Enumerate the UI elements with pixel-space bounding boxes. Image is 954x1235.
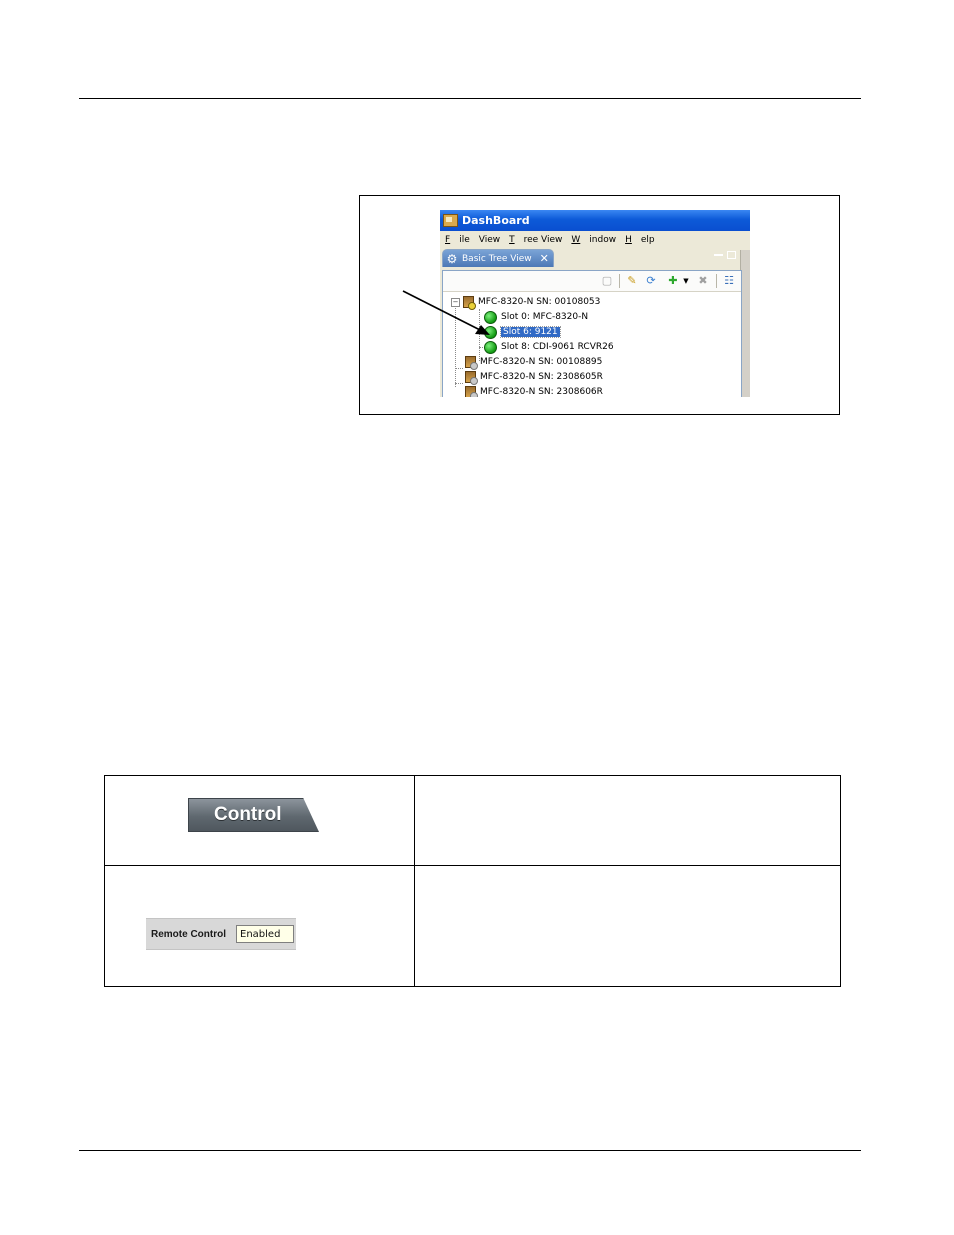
node-label: Slot 6: 9121 [500,326,561,338]
collapse-icon[interactable]: − [451,297,460,307]
add-icon[interactable]: ✚ [666,274,680,288]
tree-connector [455,383,463,384]
tree-node-frame[interactable]: − MFC-8320-N SN: 00108053 [451,295,601,310]
node-label: MFC-8320-N SN: 2308606R [480,387,603,397]
remote-control-label: Remote Control [151,928,226,940]
status-ok-icon [484,310,497,324]
status-ok-icon [484,325,497,339]
refresh-icon[interactable]: ⟳ [644,274,658,288]
chevron-down-icon[interactable]: ▼ [679,274,693,288]
node-label: MFC-8320-N SN: 00108053 [478,297,601,307]
footer-rule [79,1150,861,1151]
tree-connector [455,302,456,387]
toolbar-separator [619,274,620,288]
tree-toolbar: ▢ ✎ ⟳ ✚ ▼ ✖ ☷ [443,271,741,292]
close-icon[interactable]: ✕ [540,252,549,265]
tree-connector [479,309,480,361]
dashboard-window: DashBoard File View Tree View Window Hel… [440,210,750,397]
remote-control-field[interactable]: Enabled [236,925,294,943]
frame-icon [465,386,478,397]
node-label: MFC-8320-N SN: 2308605R [480,372,603,382]
tree-node-slot[interactable]: Slot 8: CDI-9061 RCVR26 [484,340,614,354]
control-tab-button[interactable]: Control [188,798,319,832]
callout-arrow [402,290,490,335]
header-rule [79,98,861,99]
table-row-divider [105,865,840,866]
tab-label: Basic Tree View [462,253,532,264]
table-column-divider [414,776,415,986]
remote-control-row: Remote Control Enabled [146,918,296,950]
node-label: Slot 0: MFC-8320-N [501,312,589,322]
toolbar-separator [716,274,717,288]
tree-node-slot[interactable]: Slot 0: MFC-8320-N [484,310,588,324]
tab-row: ⚙ Basic Tree View ✕ [440,248,750,267]
blank-page-icon[interactable]: ▢ [600,274,614,288]
gear-icon: ⚙ [446,251,458,266]
frame-icon [463,296,476,310]
menu-tree-view[interactable]: Tree View [509,235,562,245]
view-controls [710,250,736,261]
info-table: Control Remote Control Enabled [104,775,841,987]
tree-node-frame[interactable]: MFC-8320-N SN: 00108895 [465,355,603,370]
status-ok-icon [484,340,497,354]
dashboard-app-icon [443,214,458,227]
menu-bar: File View Tree View Window Help [440,231,750,248]
tree-node-frame[interactable]: MFC-8320-N SN: 2308606R [465,385,603,397]
control-tab-label: Control [214,804,282,825]
tab-basic-tree-view[interactable]: ⚙ Basic Tree View ✕ [442,249,554,267]
wand-icon[interactable]: ✎ [625,274,639,288]
node-label: MFC-8320-N SN: 00108895 [480,357,603,367]
menu-window[interactable]: Window [571,235,616,245]
minimize-icon[interactable] [714,254,723,256]
menu-file[interactable]: File [445,235,470,245]
tree-panel: ▢ ✎ ⟳ ✚ ▼ ✖ ☷ − MFC-8320-N SN: 00108053 [442,270,742,397]
menu-help[interactable]: Help [625,235,655,245]
tree-connector [455,368,463,369]
node-label: Slot 8: CDI-9061 RCVR26 [501,342,614,352]
frame-icon [465,356,478,370]
window-title: DashBoard [462,214,530,227]
frame-icon [465,371,478,385]
tree-node-slot-selected[interactable]: Slot 6: 9121 [484,325,561,339]
delete-icon[interactable]: ✖ [696,274,710,288]
maximize-icon[interactable] [727,251,736,259]
tree-layout-icon[interactable]: ☷ [722,274,736,288]
window-title-bar[interactable]: DashBoard [440,210,750,231]
tree-node-frame[interactable]: MFC-8320-N SN: 2308605R [465,370,603,385]
menu-view[interactable]: View [479,235,500,245]
